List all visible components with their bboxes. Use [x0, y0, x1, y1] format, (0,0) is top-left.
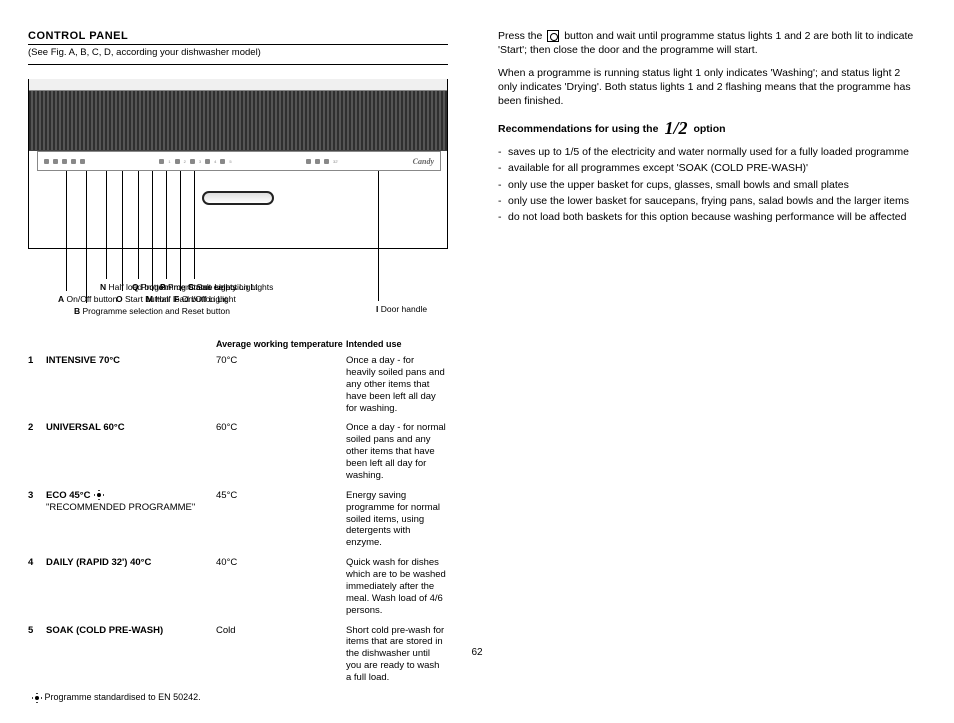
sun-icon: [32, 693, 42, 703]
paragraph: Press the button and wait until programm…: [498, 30, 918, 57]
half-load-icon: 1/2: [664, 118, 687, 139]
brand-logo: Candy: [413, 157, 434, 166]
table-row: 3 ECO 45°C "RECOMMENDED PROGRAMME" 45°C …: [28, 490, 448, 549]
recommendations-title: Recommendations for using the 1/2 option: [498, 118, 918, 139]
table-row: 5 SOAK (COLD PRE-WASH) Cold Short cold p…: [28, 625, 448, 684]
recommendations-list: -saves up to 1/5 of the electricity and …: [498, 145, 918, 224]
footnote: Programme standardised to EN 50242.: [45, 692, 201, 702]
table-row: 2 UNIVERSAL 60°C 60°C Once a day - for n…: [28, 422, 448, 481]
paragraph: When a programme is running status light…: [498, 67, 918, 108]
programme-table: Average working temperature Intended use…: [28, 339, 448, 703]
page-number: 62: [471, 647, 482, 658]
door-handle-graphic: [202, 191, 274, 205]
callout-labels: I Door handle A On/Off button B Programm…: [28, 249, 448, 319]
control-bar: 1 2 3 4 5 32' Candy: [37, 151, 441, 171]
table-row: 4 DAILY (RAPID 32') 40°C 40°C Quick wash…: [28, 557, 448, 616]
panel-subtitle: (See Fig. A, B, C, D, according your dis…: [28, 47, 448, 65]
table-row: 1 INTENSIVE 70°C 70°C Once a day - for h…: [28, 355, 448, 414]
controls-illustration: 1 2 3 4 5 32' Candy: [28, 79, 448, 249]
sun-icon: [94, 490, 104, 500]
panel-title: CONTROL PANEL: [28, 30, 448, 45]
start-button-icon: [547, 30, 559, 42]
